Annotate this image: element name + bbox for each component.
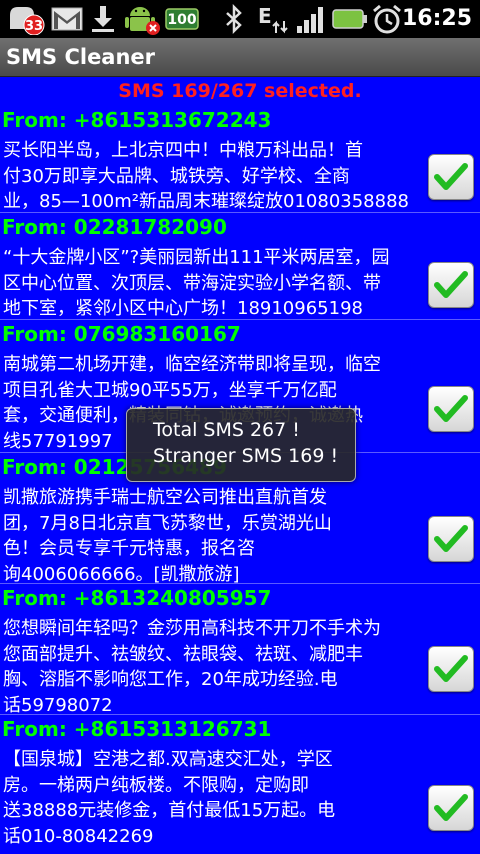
sender-label: From: 076983160167 — [2, 322, 241, 346]
message-body: 【国泉城】空港之都.双高速交汇处，学区 房。一梯两户纯板楼。不限购，定购即 送3… — [3, 749, 336, 847]
svg-text:E: E — [258, 4, 272, 28]
edge-network-icon: E — [254, 3, 290, 35]
app-title-bar: SMS Cleaner — [0, 38, 480, 77]
clock-time: 16:25 — [401, 6, 472, 31]
summary-toast: Total SMS 267 ! Stranger SMS 169 ! — [126, 408, 356, 482]
sender-label: From: +8613240805957 — [2, 586, 272, 610]
message-item[interactable]: From: +8615313672243 买长阳半岛，上北京四中！中粮万科出品！… — [0, 106, 480, 213]
message-checkbox[interactable] — [428, 516, 474, 562]
battery-100-badge: 100 — [165, 3, 199, 35]
bluetooth-icon — [220, 3, 248, 35]
checkmark-icon — [434, 163, 468, 190]
message-item[interactable]: From: 02281782090 “十大金牌小区”?美丽园新出111平米两居室… — [0, 213, 480, 320]
toast-stranger-line: Stranger SMS 169 ! — [153, 445, 339, 467]
message-body: 凯撒旅游携手瑞士航空公司推出直航首发 团，7月8日北京直飞苏黎世，乐赏湖光山 色… — [3, 487, 332, 585]
message-checkbox[interactable] — [428, 785, 474, 831]
svg-text:33: 33 — [25, 19, 43, 34]
message-body: “十大金牌小区”?美丽园新出111平米两居室，园 区中心位置、次顶层、带海淀实验… — [3, 247, 390, 319]
sender-label: From: +8615313126731 — [2, 717, 272, 741]
message-item[interactable]: From: +8615313126731 【国泉城】空港之都.双高速交汇处，学区… — [0, 715, 480, 849]
gmail-icon — [50, 3, 84, 35]
selection-summary: SMS 169/267 selected. — [0, 77, 480, 105]
message-body: 买长阳半岛，上北京四中！中粮万科出品！首 付30万即享大品牌、城铁旁、好学校、全… — [3, 140, 409, 212]
checkmark-icon — [434, 655, 468, 682]
notification-badge-icon: 33 — [4, 3, 48, 35]
message-checkbox[interactable] — [428, 262, 474, 308]
message-body: 您想瞬间年轻吗？金莎用高科技不开刀不手术为 您面部提升、祛皱纹、祛眼袋、祛斑、减… — [3, 618, 381, 716]
android-icon — [122, 3, 162, 35]
signal-icon — [294, 3, 328, 35]
checkmark-icon — [434, 395, 468, 422]
status-bar: 33 100 E 16:25 — [0, 0, 480, 38]
download-icon — [88, 3, 118, 35]
checkmark-icon — [434, 271, 468, 298]
app-title: SMS Cleaner — [6, 45, 156, 69]
checkmark-icon — [434, 794, 468, 821]
alarm-icon — [370, 3, 404, 35]
svg-text:100: 100 — [167, 12, 196, 28]
sender-label: From: +8615313672243 — [2, 108, 272, 132]
sender-label: From: 02281782090 — [2, 215, 227, 239]
message-checkbox[interactable] — [428, 646, 474, 692]
message-checkbox[interactable] — [428, 386, 474, 432]
message-item[interactable]: From: +8613240805957 您想瞬间年轻吗？金莎用高科技不开刀不手… — [0, 584, 480, 716]
battery-icon — [332, 3, 368, 35]
toast-total-line: Total SMS 267 ! — [153, 419, 300, 441]
checkmark-icon — [434, 525, 468, 552]
message-checkbox[interactable] — [428, 154, 474, 200]
